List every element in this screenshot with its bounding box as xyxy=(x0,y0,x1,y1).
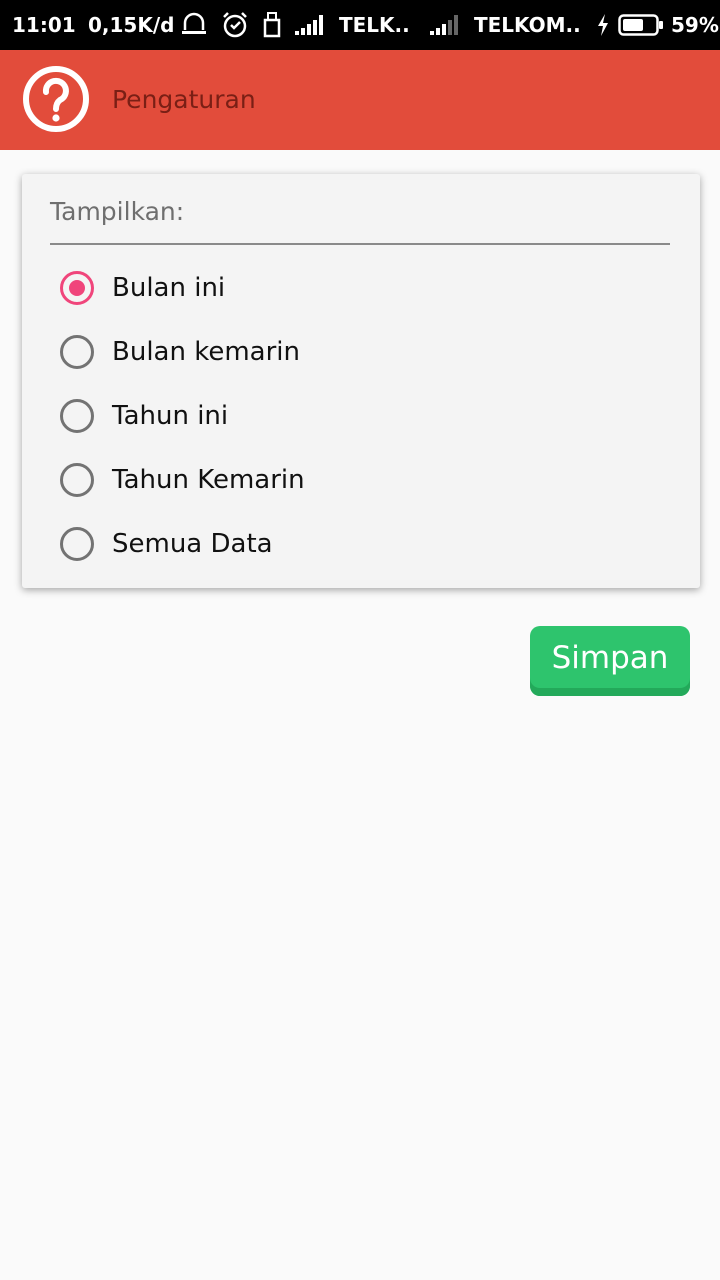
status-bar: 11:01 0,15K/d TELK.. TELKOM.. 59% xyxy=(0,0,720,50)
radio-selected-icon[interactable] xyxy=(60,271,94,305)
option-label: Bulan kemarin xyxy=(112,337,300,367)
page-title: Pengaturan xyxy=(112,85,256,114)
save-button[interactable]: Simpan xyxy=(530,626,690,696)
option-tahun-kemarin[interactable]: Tahun Kemarin xyxy=(60,448,660,512)
display-label: Tampilkan: xyxy=(50,197,185,226)
radio-dot xyxy=(69,280,85,296)
option-label: Semua Data xyxy=(112,529,273,559)
status-time: 11:01 xyxy=(12,13,76,37)
app-bar: Pengaturan xyxy=(0,50,720,150)
carrier-2: TELKOM.. xyxy=(474,13,581,37)
option-bulan-ini[interactable]: Bulan ini xyxy=(60,256,660,320)
carrier-1: TELK.. xyxy=(339,13,410,37)
divider xyxy=(50,243,670,245)
option-semua-data[interactable]: Semua Data xyxy=(60,512,660,576)
signal-icon xyxy=(430,0,462,50)
signal-icon xyxy=(295,0,327,50)
display-options: Bulan ini Bulan kemarin Tahun ini Tahun … xyxy=(60,256,660,576)
radio-unselected-icon[interactable] xyxy=(60,463,94,497)
radio-unselected-icon[interactable] xyxy=(60,399,94,433)
charging-icon xyxy=(596,0,610,50)
option-label: Tahun ini xyxy=(112,401,229,431)
help-icon[interactable] xyxy=(22,65,90,133)
option-label: Bulan ini xyxy=(112,273,226,303)
radio-unselected-icon[interactable] xyxy=(60,335,94,369)
battery-level: 59% xyxy=(671,13,719,37)
battery-icon xyxy=(618,0,664,50)
alarm-icon xyxy=(221,0,249,50)
network-speed: 0,15K/d xyxy=(88,13,175,37)
option-bulan-kemarin[interactable]: Bulan kemarin xyxy=(60,320,660,384)
option-tahun-ini[interactable]: Tahun ini xyxy=(60,384,660,448)
option-label: Tahun Kemarin xyxy=(112,465,305,495)
settings-card: Tampilkan: Bulan ini Bulan kemarin Tahun… xyxy=(22,174,700,588)
usb-icon xyxy=(262,0,282,50)
radio-unselected-icon[interactable] xyxy=(60,527,94,561)
notification-bell-icon xyxy=(180,0,208,50)
